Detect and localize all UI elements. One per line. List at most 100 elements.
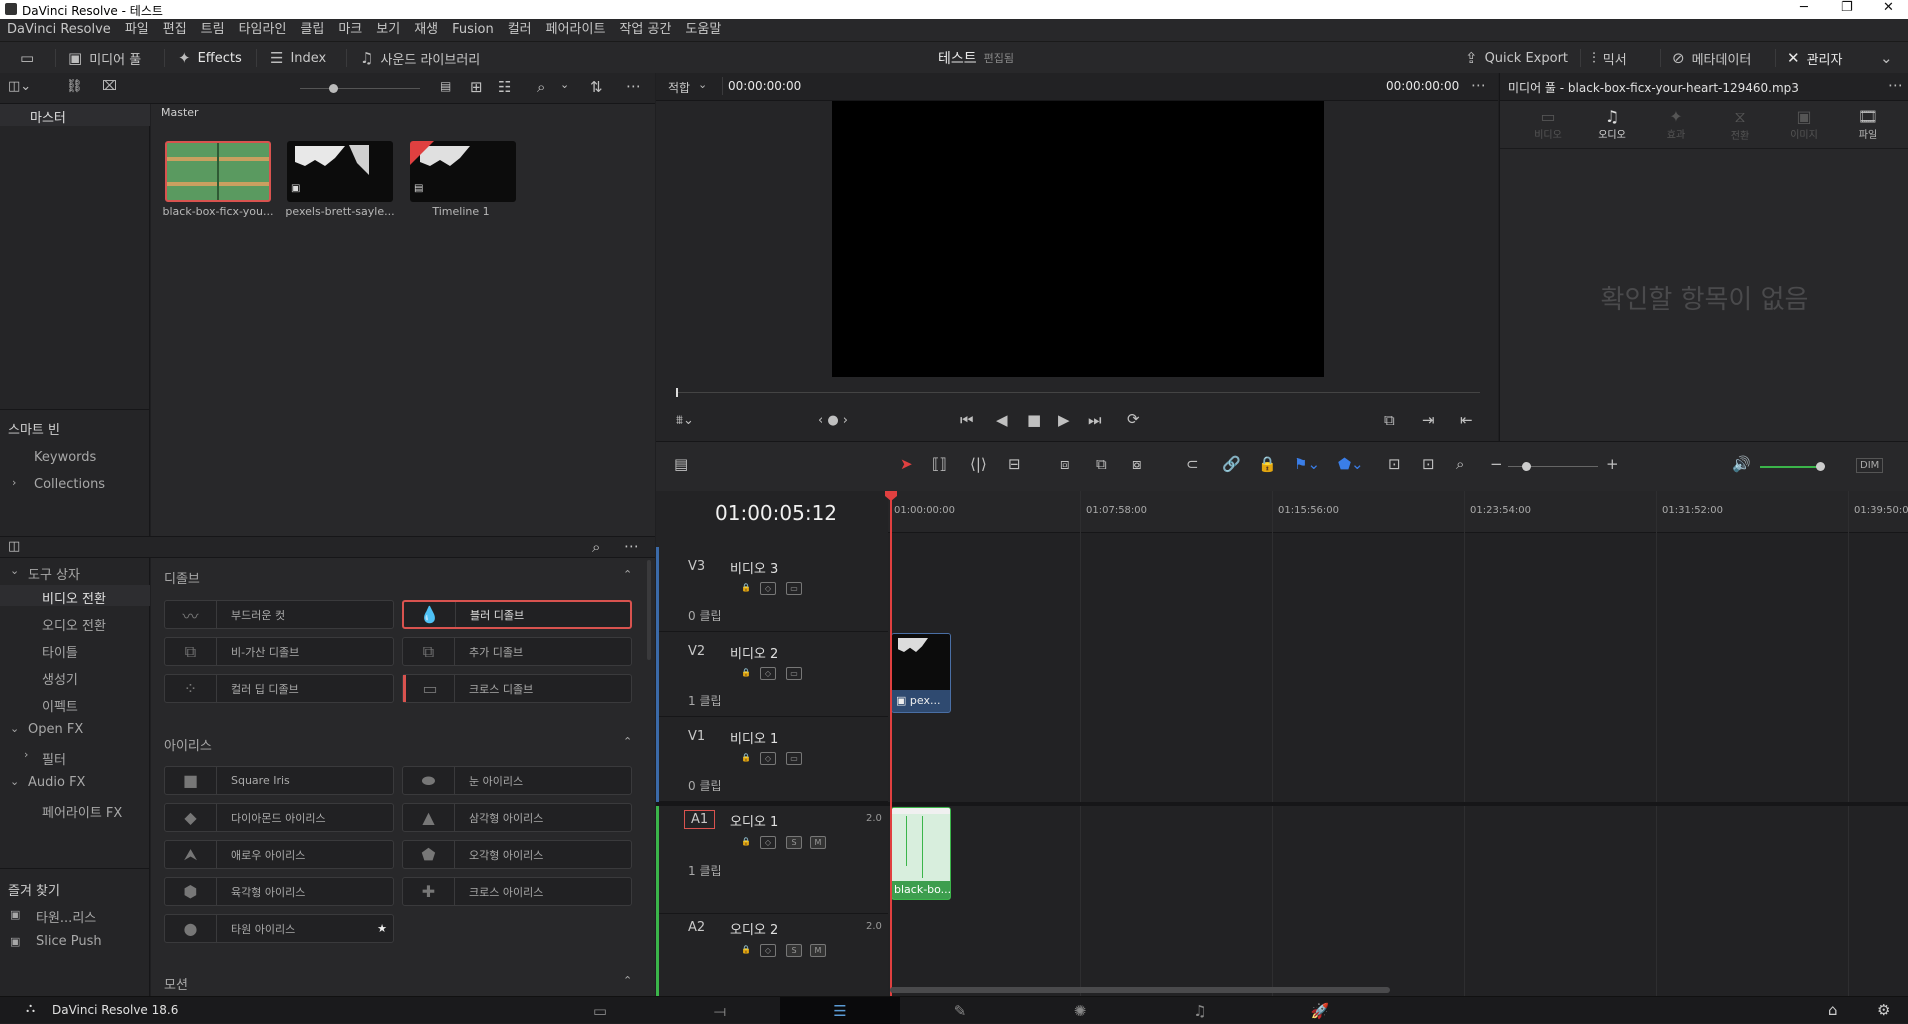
track-v1[interactable]: V1 비디오 1 🔒 ◇ ▭ 0 클립 — [656, 717, 888, 802]
metadata-button[interactable]: ⊘ 메타데이터 — [1672, 42, 1751, 74]
quick-export-button[interactable]: ⇪ Quick Export — [1465, 42, 1568, 74]
tree-fairlight-fx[interactable]: 페어라이트 FX — [42, 802, 122, 821]
fx-dissolve-item[interactable]: ▭ 크로스 디졸브 — [402, 674, 632, 703]
menu-fusion[interactable]: Fusion — [445, 19, 501, 41]
fx-iris-item[interactable]: ⬟ 오각형 아이리스 — [402, 840, 632, 869]
volume-slider[interactable] — [1760, 466, 1818, 468]
media-pool-button[interactable]: ▣ 미디어 풀 — [68, 42, 141, 74]
tree-open-fx[interactable]: Open FX — [28, 722, 83, 737]
tree-audio-transitions[interactable]: 오디오 전환 — [42, 615, 106, 634]
tree-video-transitions[interactable]: 비디오 전환 — [42, 588, 106, 607]
timeline-video-clip[interactable]: ▣ pex... — [891, 633, 951, 713]
fx-dissolve-item[interactable]: 💧 블러 디졸브 — [402, 600, 632, 629]
collapse-icon[interactable]: ⌃ — [623, 568, 632, 581]
go-to-end-icon[interactable]: ⏭ — [1088, 411, 1102, 429]
timeline-audio-clip[interactable]: black-bo... — [891, 807, 951, 900]
collapse-icon[interactable]: ⌃ — [623, 974, 632, 987]
step-back-icon[interactable]: ◀ — [996, 411, 1008, 429]
tab-effects[interactable]: ✦ 효과 — [1656, 107, 1696, 141]
master-bin-item[interactable] — [0, 104, 150, 126]
smart-bin-keywords[interactable]: Keywords — [34, 450, 96, 465]
more-options-icon[interactable]: ⋯ — [624, 537, 639, 555]
menu-edit[interactable]: 편집 — [156, 19, 194, 41]
tree-filters[interactable]: 필터 — [42, 749, 66, 768]
minimize-button[interactable]: ─ — [1800, 0, 1808, 15]
index-button[interactable]: ☰ Index — [270, 42, 326, 74]
menu-help[interactable]: 도움말 — [678, 19, 728, 41]
video-enable-icon[interactable]: ▭ — [786, 582, 802, 595]
close-button[interactable]: ✕ — [1883, 0, 1894, 15]
cut-page-button[interactable]: ⟞ — [660, 997, 780, 1024]
media-page-button[interactable]: ▭ — [540, 997, 660, 1024]
effects-button[interactable]: ✦ Effects — [178, 42, 242, 74]
sidebar-toggle-icon[interactable]: ◫⌄ — [8, 79, 31, 94]
fairlight-page-button[interactable]: ♫ — [1140, 997, 1260, 1024]
chevron-down-icon[interactable]: ⌄ — [698, 78, 707, 91]
fx-dissolve-item[interactable]: ⁘ 컬러 딥 디졸브 — [164, 674, 394, 703]
mute-button[interactable]: M — [810, 944, 826, 957]
gear-icon[interactable]: ⚙ — [1877, 1001, 1890, 1019]
metadata-view-icon[interactable]: ▤ — [440, 79, 451, 93]
volume-handle[interactable] — [1816, 462, 1825, 471]
chevron-right-icon[interactable]: › — [12, 476, 16, 489]
color-page-button[interactable]: ✺ — [1020, 997, 1140, 1024]
tab-audio[interactable]: ♫ 오디오 — [1592, 107, 1632, 141]
collapse-icon[interactable]: ⌃ — [623, 735, 632, 748]
lock-icon[interactable]: 🔒 — [738, 667, 754, 680]
search-icon[interactable]: ⌕ — [592, 538, 600, 556]
insert-clip-icon[interactable]: ⧈ — [1060, 455, 1070, 473]
link-icon[interactable]: 🔗 — [1222, 455, 1241, 473]
tree-generators[interactable]: 생성기 — [42, 669, 78, 688]
selection-tool-icon[interactable]: ➤ — [900, 455, 913, 473]
more-options-icon[interactable]: ⋯ — [1888, 76, 1903, 94]
smart-bin-collections[interactable]: Collections — [34, 477, 105, 492]
fx-iris-item[interactable]: ● 타원 아이리스 ★ — [164, 914, 394, 943]
fx-dissolve-item[interactable]: ⧉ 비-가산 디졸브 — [164, 637, 394, 666]
volume-icon[interactable]: 🔊 — [1732, 455, 1751, 473]
blade-tool-icon[interactable]: ⊟ — [1008, 455, 1021, 473]
jog-control[interactable]: ‹ ● › — [818, 413, 848, 428]
zoom-full-icon[interactable]: ⊡ — [1388, 455, 1401, 473]
sort-icon[interactable]: ⇅ — [590, 78, 603, 96]
timeline-playhead[interactable] — [890, 491, 892, 996]
fusion-page-button[interactable]: ✎ — [900, 997, 1020, 1024]
scrollbar[interactable] — [647, 560, 651, 660]
replace-clip-icon[interactable]: ⧇ — [1132, 455, 1142, 473]
auto-select-icon[interactable]: ◇ — [760, 752, 776, 765]
comment-icon[interactable]: ⌧ — [102, 79, 117, 94]
overwrite-clip-icon[interactable]: ⧉ — [1096, 455, 1107, 473]
auto-select-icon[interactable]: ◇ — [760, 944, 776, 957]
zoom-out-icon[interactable]: − — [1490, 455, 1503, 473]
menu-clip[interactable]: 클립 — [293, 19, 331, 41]
restore-button[interactable]: ❐ — [1841, 0, 1853, 15]
dynamic-trim-icon[interactable]: ⟨|⟩ — [970, 455, 987, 473]
timeline-area[interactable]: 01:00:00:00 01:07:58:00 01:15:56:00 01:2… — [885, 491, 1908, 996]
match-frame-icon[interactable]: ⧉ — [1384, 411, 1395, 429]
mixer-button[interactable]: ⫶ 믹서 — [1592, 42, 1627, 74]
solo-button[interactable]: S — [786, 944, 802, 957]
link-icon[interactable]: ⛓ — [66, 79, 83, 94]
lock-icon[interactable]: 🔒 — [738, 752, 754, 765]
menu-davinci[interactable]: DaVinci Resolve — [0, 19, 118, 41]
audio-waveform-icon[interactable]: ⩩⌄ — [676, 413, 694, 428]
fx-dissolve-item[interactable]: ⧉ 추가 디졸브 — [402, 637, 632, 666]
deliver-page-button[interactable]: 🚀 — [1260, 997, 1380, 1024]
video-enable-icon[interactable]: ▭ — [786, 752, 802, 765]
next-edit-icon[interactable]: ⇥ — [1422, 411, 1435, 429]
sound-library-button[interactable]: ♫ 사운드 라이브러리 — [360, 42, 480, 74]
flag-icon[interactable]: ⚑⌄ — [1294, 455, 1320, 473]
slider-handle[interactable] — [329, 84, 338, 93]
fx-iris-item[interactable]: ◆ 다이아몬드 아이리스 — [164, 803, 394, 832]
panel-toggle-icon[interactable]: ◫ — [8, 539, 20, 554]
zoom-detail-icon[interactable]: ⊡ — [1422, 455, 1435, 473]
trim-tool-icon[interactable]: ⟦⟧ — [932, 455, 947, 473]
loop-icon[interactable]: ⟳ — [1127, 410, 1140, 428]
tab-video[interactable]: ▭ 비디오 — [1528, 107, 1568, 141]
collapse-button[interactable]: ⌄ — [1880, 42, 1893, 74]
lock-icon[interactable]: 🔒 — [738, 582, 754, 595]
tree-titles[interactable]: 타이틀 — [42, 642, 78, 661]
track-a2[interactable]: A2 오디오 2 2.0 🔒 ◇ S M — [656, 914, 888, 996]
scrubber-playhead[interactable] — [676, 388, 678, 397]
edit-page-button[interactable]: ☰ — [780, 997, 900, 1024]
more-options-icon[interactable]: ⋯ — [626, 77, 641, 95]
